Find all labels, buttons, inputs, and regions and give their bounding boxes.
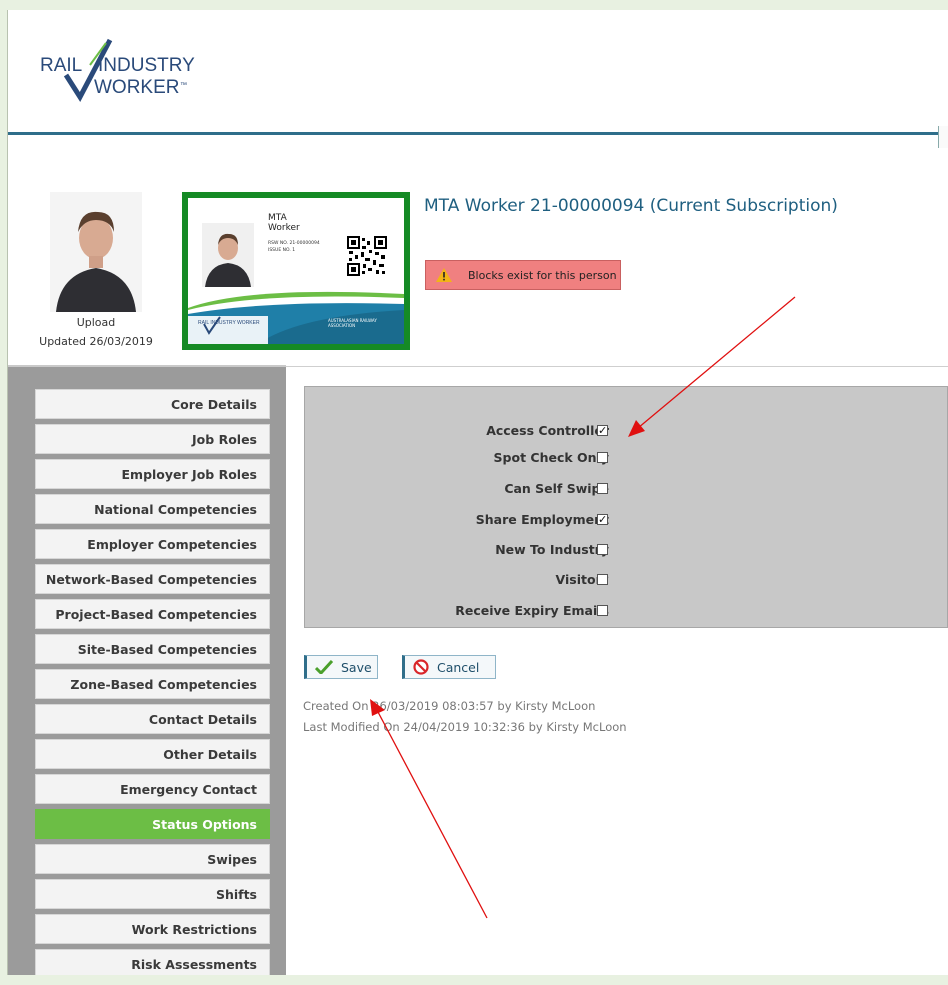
sidebar-item-core-details[interactable]: Core Details bbox=[35, 389, 270, 419]
cancel-button-label: Cancel bbox=[437, 659, 480, 675]
option-label: Access Controller bbox=[486, 423, 609, 438]
sidebar-item-zone-based-competencies[interactable]: Zone-Based Competencies bbox=[35, 669, 270, 699]
option-receive-expiry-emails: Receive Expiry Emails bbox=[305, 601, 625, 621]
card-name-first: MTA bbox=[268, 213, 287, 223]
photo-updated-date: Updated 26/03/2019 bbox=[39, 335, 153, 348]
card-name-last: Worker bbox=[268, 223, 300, 233]
upload-link[interactable]: Upload bbox=[8, 316, 184, 329]
logo-text-rail: RAIL bbox=[40, 55, 82, 76]
receive-expiry-emails-checkbox[interactable] bbox=[597, 605, 608, 616]
check-icon bbox=[315, 660, 333, 674]
save-button-label: Save bbox=[341, 659, 372, 675]
warning-icon bbox=[436, 268, 452, 282]
card-photo bbox=[202, 223, 254, 287]
sidebar-item-employer-job-roles[interactable]: Employer Job Roles bbox=[35, 459, 270, 489]
sidebar-item-shifts[interactable]: Shifts bbox=[35, 879, 270, 909]
sidebar-nav: Core Details Job Roles Employer Job Role… bbox=[8, 365, 286, 975]
option-new-to-industry: New To Industry bbox=[305, 540, 625, 560]
cancel-icon bbox=[413, 659, 429, 675]
new-to-industry-checkbox[interactable] bbox=[597, 544, 608, 555]
card-logo-text: RAIL INDUSTRY WORKER bbox=[198, 320, 260, 326]
option-can-self-swipe: Can Self Swipe bbox=[305, 479, 625, 499]
sidebar-item-emergency-contact[interactable]: Emergency Contact bbox=[35, 774, 270, 804]
app-window: RAIL INDUSTRY WORKER ™ Upload Updated 26… bbox=[7, 10, 948, 975]
modified-info: Last Modified On 24/04/2019 10:32:36 by … bbox=[303, 720, 627, 734]
blocks-alert-text: Blocks exist for this person bbox=[468, 268, 617, 282]
option-label: Share Employment bbox=[475, 512, 609, 527]
share-employment-checkbox[interactable]: ✓ bbox=[597, 514, 608, 525]
person-photo-icon bbox=[202, 223, 254, 287]
card-issue-number: ISSUE NO. 1 bbox=[268, 248, 296, 253]
option-label: Can Self Swipe bbox=[504, 481, 609, 496]
logo-tm: ™ bbox=[180, 82, 187, 89]
can-self-swipe-checkbox[interactable] bbox=[597, 483, 608, 494]
sidebar-item-other-details[interactable]: Other Details bbox=[35, 739, 270, 769]
card-rsw-number: RSW NO. 21-00000094 bbox=[268, 241, 320, 246]
id-card: MTA Worker RSW NO. 21-00000094 ISSUE NO.… bbox=[188, 198, 404, 344]
rail-industry-worker-logo[interactable]: RAIL INDUSTRY WORKER ™ bbox=[38, 35, 208, 103]
logo-text-worker: WORKER bbox=[94, 77, 180, 98]
qr-code-icon bbox=[347, 236, 387, 276]
sidebar-item-site-based-competencies[interactable]: Site-Based Competencies bbox=[35, 634, 270, 664]
page-title: MTA Worker 21-00000094 (Current Subscrip… bbox=[424, 196, 838, 216]
sidebar-item-national-competencies[interactable]: National Competencies bbox=[35, 494, 270, 524]
logo-text-industry: INDUSTRY bbox=[98, 55, 195, 76]
spot-check-only-checkbox[interactable] bbox=[597, 452, 608, 463]
sidebar-item-employer-competencies[interactable]: Employer Competencies bbox=[35, 529, 270, 559]
save-button[interactable]: Save bbox=[304, 655, 378, 679]
sidebar-item-swipes[interactable]: Swipes bbox=[35, 844, 270, 874]
option-label: New To Industry bbox=[495, 542, 609, 557]
option-visitor: Visitor? bbox=[305, 570, 625, 590]
status-options-panel: Access Controller ✓ Spot Check Only Can … bbox=[304, 386, 948, 628]
sidebar-item-risk-assessments[interactable]: Risk Assessments bbox=[35, 949, 270, 975]
blocks-alert[interactable]: Blocks exist for this person bbox=[425, 260, 621, 290]
sidebar-item-job-roles[interactable]: Job Roles bbox=[35, 424, 270, 454]
option-label: Spot Check Only bbox=[493, 450, 609, 465]
card-association-text: AUSTRALASIAN RAILWAY ASSOCIATION bbox=[328, 318, 377, 328]
cancel-button[interactable]: Cancel bbox=[402, 655, 496, 679]
content-divider bbox=[286, 366, 948, 367]
header-divider bbox=[8, 132, 948, 135]
sidebar-item-network-based-competencies[interactable]: Network-Based Competencies bbox=[35, 564, 270, 594]
access-controller-checkbox[interactable]: ✓ bbox=[597, 425, 608, 436]
profile-photo[interactable] bbox=[50, 192, 142, 312]
id-card-preview[interactable]: MTA Worker RSW NO. 21-00000094 ISSUE NO.… bbox=[182, 192, 410, 350]
option-access-controller: Access Controller ✓ bbox=[305, 421, 625, 441]
option-spot-check-only: Spot Check Only bbox=[305, 448, 625, 468]
sidebar-item-project-based-competencies[interactable]: Project-Based Competencies bbox=[35, 599, 270, 629]
sidebar-item-contact-details[interactable]: Contact Details bbox=[35, 704, 270, 734]
option-label: Receive Expiry Emails bbox=[455, 603, 609, 618]
visitor-checkbox[interactable] bbox=[597, 574, 608, 585]
card-logo-icon: RAIL INDUSTRY WORKER bbox=[198, 316, 260, 335]
person-photo-icon bbox=[50, 192, 142, 312]
created-info: Created On 26/03/2019 08:03:57 by Kirsty… bbox=[303, 699, 596, 713]
header-right-edge[interactable] bbox=[938, 126, 948, 148]
option-share-employment: Share Employment ✓ bbox=[305, 510, 625, 530]
sidebar-item-status-options[interactable]: Status Options bbox=[35, 809, 270, 839]
sidebar-item-work-restrictions[interactable]: Work Restrictions bbox=[35, 914, 270, 944]
